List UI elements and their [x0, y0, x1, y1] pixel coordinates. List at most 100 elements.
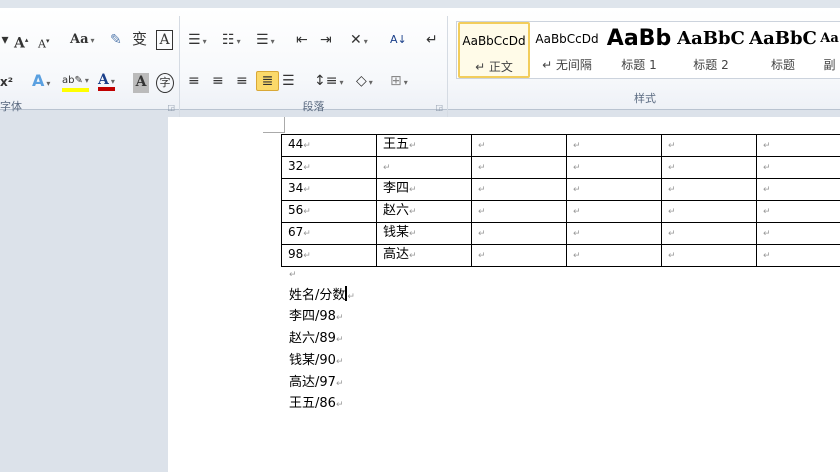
text-effects-icon[interactable]: A ▾	[32, 72, 50, 92]
phonetic-guide-icon[interactable]: 变	[132, 30, 147, 50]
decrease-indent-icon[interactable]: ⇤	[296, 31, 308, 51]
cell-mark: ↵	[478, 185, 486, 195]
table-cell[interactable]: 67↵	[281, 222, 377, 245]
character-shading-icon[interactable]: A	[133, 73, 149, 93]
paragraph-mark: ↵	[335, 400, 344, 411]
paragraph-dialog-launcher-icon[interactable]: ◲	[435, 103, 443, 112]
font-group-label: 字体	[0, 100, 22, 113]
table-cell[interactable]: 32↵	[281, 156, 377, 179]
table-cell[interactable]: ↵	[471, 156, 567, 179]
table-cell[interactable]: ↵	[471, 178, 567, 201]
table-cell[interactable]: ↵	[376, 156, 472, 179]
paragraph-group: ☰ ▾ ☷ ▾ ☰ ▾ ⇤ ⇥ ✕ ▾ A↓ ↵ ≡ ≡ ≡ ≣ ☰ ↕≡ ▾ ◇ ▾ ⊞ ▾…	[180, 16, 448, 117]
table-cell[interactable]: ↵	[661, 200, 757, 223]
table-cell[interactable]: 56↵	[281, 200, 377, 223]
cell-mark: ↵	[573, 141, 581, 151]
paragraph-mark: ↵	[347, 291, 355, 302]
enclose-character-icon[interactable]: 字	[156, 73, 174, 93]
multilevel-list-icon[interactable]: ☰ ▾	[256, 31, 275, 51]
align-center-icon[interactable]: ≡	[212, 72, 224, 92]
chinese-layout-icon[interactable]: ✕ ▾	[350, 31, 368, 51]
table-cell[interactable]: ↵	[471, 134, 567, 157]
line-text: 钱某/90	[289, 352, 336, 368]
table-cell[interactable]: ↵	[756, 222, 840, 245]
grow-font-icon[interactable]: A▴	[14, 31, 28, 52]
text-line[interactable]: 钱某/90↵	[289, 351, 355, 373]
table-cell[interactable]: ↵	[566, 134, 662, 157]
cell-text: 李四	[383, 181, 410, 196]
shading-icon[interactable]: ◇ ▾	[356, 72, 373, 92]
text-line[interactable]: 李四/98↵	[289, 307, 355, 329]
table-cell[interactable]: ↵	[566, 244, 662, 267]
style-no-spacing[interactable]: AaBbCcDd ↵ 无间隔	[531, 22, 603, 78]
table-cell[interactable]: 钱某↵	[376, 222, 472, 245]
cell-text: 56	[288, 203, 304, 217]
cell-mark: ↵	[668, 229, 676, 239]
cell-mark: ↵	[478, 229, 486, 239]
table-cell[interactable]: 赵六↵	[376, 200, 472, 223]
style-heading-1[interactable]: AaBb 标题 1	[603, 22, 675, 78]
bullets-icon[interactable]: ☰ ▾	[188, 31, 207, 51]
margin-marker	[284, 117, 285, 133]
line-text: 赵六/89	[289, 331, 336, 347]
shrink-font-icon[interactable]: A▾	[38, 32, 49, 52]
table-cell[interactable]: ↵	[566, 200, 662, 223]
style-normal[interactable]: AaBbCcDd ↵ 正文	[458, 22, 530, 78]
change-case-icon[interactable]: Aa ▾	[70, 31, 95, 51]
paragraph-mark: ↵	[335, 313, 344, 324]
style-title[interactable]: AaBbC 标题	[747, 22, 819, 78]
table-cell[interactable]: ↵	[756, 156, 840, 179]
highlight-icon[interactable]: ab✎ ▾	[62, 72, 89, 92]
style-heading-2[interactable]: AaBbC 标题 2	[675, 22, 747, 78]
text-line[interactable]: 姓名/分数 ↵	[289, 285, 355, 308]
text-line[interactable]: 赵六/89↵	[289, 329, 355, 351]
table-cell[interactable]: ↵	[756, 134, 840, 157]
table-row: 34↵ 李四↵ ↵ ↵ ↵ ↵	[281, 178, 840, 201]
paragraph-mark: ↵	[289, 270, 297, 280]
table-cell[interactable]: ↵	[566, 178, 662, 201]
font-color-icon[interactable]: A ▾	[98, 71, 115, 91]
clear-format-icon[interactable]: ✎	[110, 31, 122, 51]
table-cell[interactable]: ↵	[661, 222, 757, 245]
table-cell[interactable]: ↵	[566, 222, 662, 245]
table-cell[interactable]: 44↵	[281, 134, 377, 157]
numbering-icon[interactable]: ☷ ▾	[222, 31, 241, 51]
table-cell[interactable]: ↵	[471, 222, 567, 245]
font-dialog-launcher-icon[interactable]: ◲	[167, 103, 175, 112]
align-right-icon[interactable]: ≡	[236, 72, 248, 92]
document-text[interactable]: ↵ 姓名/分数 ↵ 李四/98↵ 赵六/89↵ 钱某/90↵ 高达/97↵ 王五/86↵	[289, 264, 355, 416]
sort-icon[interactable]: A↓	[390, 31, 407, 51]
cell-text: 44	[288, 137, 304, 151]
table-cell[interactable]: ↵	[756, 200, 840, 223]
line-spacing-icon[interactable]: ↕≡ ▾	[314, 72, 343, 92]
increase-indent-icon[interactable]: ⇥	[320, 31, 332, 51]
table-cell[interactable]: ↵	[471, 200, 567, 223]
line-text: 王五/86	[289, 396, 336, 412]
table-cell[interactable]: ↵	[471, 244, 567, 267]
table-cell[interactable]: 高达↵	[376, 244, 472, 267]
line-text: 高达/97	[289, 374, 336, 390]
style-subtitle[interactable]: Aa 副	[819, 22, 840, 78]
text-line[interactable]: 王五/86↵	[289, 394, 355, 416]
text-line[interactable]: 高达/97↵	[289, 373, 355, 395]
table-cell[interactable]: ↵	[661, 134, 757, 157]
table-cell[interactable]: 34↵	[281, 178, 377, 201]
superscript-icon[interactable]: x²	[0, 73, 13, 93]
align-left-icon[interactable]: ≡	[188, 72, 200, 92]
character-border-icon[interactable]: A	[156, 30, 173, 50]
table-cell[interactable]: 王五↵	[376, 134, 472, 157]
font-size-dropdown[interactable]: ▾	[0, 31, 10, 51]
show-marks-icon[interactable]: ↵	[426, 31, 438, 51]
table-cell[interactable]: 李四↵	[376, 178, 472, 201]
borders-icon[interactable]: ⊞ ▾	[390, 72, 408, 92]
table-cell[interactable]: ↵	[661, 244, 757, 267]
table-cell[interactable]: ↵	[661, 178, 757, 201]
justify-icon[interactable]: ≣	[256, 71, 279, 91]
table-cell[interactable]: ↵	[756, 178, 840, 201]
cell-mark: ↵	[573, 229, 581, 239]
margin-marker	[263, 132, 285, 133]
table-cell[interactable]: ↵	[756, 244, 840, 267]
table-cell[interactable]: ↵	[661, 156, 757, 179]
table-cell[interactable]: ↵	[566, 156, 662, 179]
distributed-icon[interactable]: ☰	[282, 72, 295, 92]
